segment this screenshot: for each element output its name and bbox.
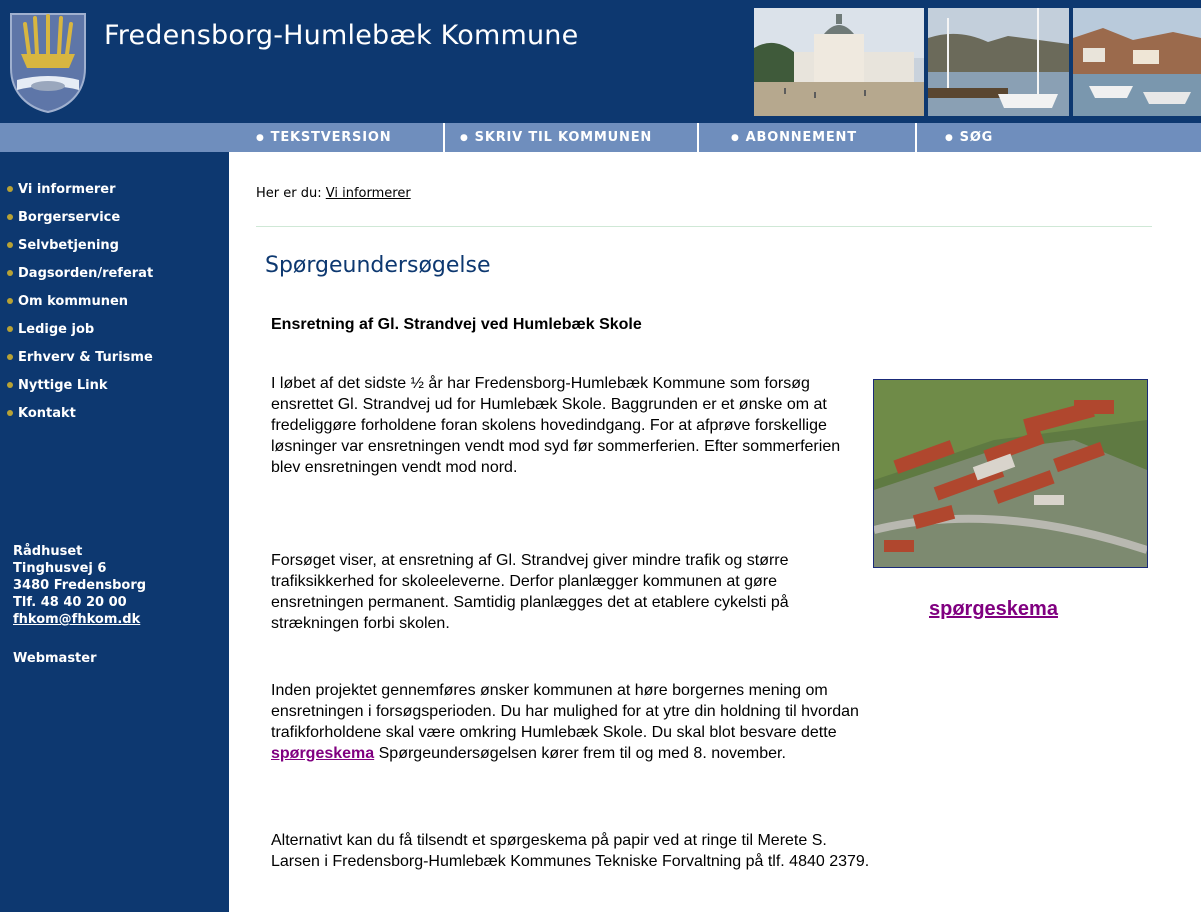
bullet-icon <box>7 214 13 220</box>
nav-label: ABONNEMENT <box>745 130 857 145</box>
address-line: 3480 Fredensborg <box>13 578 147 593</box>
nav-bullet-icon: ● <box>460 132 469 143</box>
nav-label: SKRIV TIL KOMMUNEN <box>474 130 653 145</box>
nav-bullet-icon: ● <box>256 132 265 143</box>
webmaster-link[interactable]: Webmaster <box>13 651 97 666</box>
contact-address: Rådhuset Tinghusvej 6 3480 Fredensborg T… <box>13 543 146 628</box>
bullet-icon <box>7 186 13 192</box>
breadcrumb: Her er du: Vi informerer <box>256 186 411 201</box>
bullet-icon <box>7 410 13 416</box>
paragraph-3-text: Inden projektet gennemføres ønsker kommu… <box>271 682 859 741</box>
sidebar-item-erhverv-turisme[interactable]: Erhverv & Turisme <box>7 343 153 371</box>
survey-link[interactable]: spørgeskema <box>929 598 1058 621</box>
bullet-icon <box>7 382 13 388</box>
sidebar-item-label: Vi informerer <box>18 181 116 197</box>
sidebar-item-ledige-job[interactable]: Ledige job <box>7 315 153 343</box>
bullet-icon <box>7 270 13 276</box>
sidebar-item-nyttige-link[interactable]: Nyttige Link <box>7 371 153 399</box>
left-sidebar: Vi informerer Borgerservice Selvbetjenin… <box>0 152 229 912</box>
address-line: Tinghusvej 6 <box>13 561 107 576</box>
paragraph-3: Inden projektet gennemføres ønsker kommu… <box>271 680 871 764</box>
sidebar-item-selvbetjening[interactable]: Selvbetjening <box>7 231 153 259</box>
sidebar-item-kontakt[interactable]: Kontakt <box>7 399 153 427</box>
sidebar-item-label: Ledige job <box>18 321 95 337</box>
sidebar-item-dagsorden-referat[interactable]: Dagsorden/referat <box>7 259 153 287</box>
survey-inline-link[interactable]: spørgeskema <box>271 745 374 762</box>
sidebar-item-label: Om kommunen <box>18 293 129 309</box>
nav-sog[interactable]: ● SØG <box>917 123 1117 152</box>
nav-skriv-til-kommunen[interactable]: ● SKRIV TIL KOMMUNEN <box>445 123 697 152</box>
paragraph-3-end: Spørgeundersøgelsen kører frem til og me… <box>378 745 786 762</box>
palace-photo <box>754 8 924 116</box>
municipality-crest-logo[interactable] <box>7 10 89 114</box>
bullet-icon <box>7 242 13 248</box>
sidebar-item-label: Selvbetjening <box>18 237 119 253</box>
phone-number: Tlf. 48 40 20 00 <box>13 595 127 610</box>
sidebar-item-label: Dagsorden/referat <box>18 265 154 281</box>
breadcrumb-link[interactable]: Vi informerer <box>326 186 411 201</box>
paragraph-1: I løbet af det sidste ½ år har Fredensbo… <box>271 375 841 476</box>
article-heading: Ensretning af Gl. Strandvej ved Humlebæk… <box>271 316 642 333</box>
sidebar-item-label: Kontakt <box>18 405 76 421</box>
sidebar-menu: Vi informerer Borgerservice Selvbetjenin… <box>7 175 153 427</box>
divider <box>256 226 1152 227</box>
nav-tekstversion[interactable]: ● TEKSTVERSION <box>230 123 443 152</box>
breadcrumb-prefix: Her er du: <box>256 186 322 201</box>
nav-label: TEKSTVERSION <box>270 130 392 145</box>
paragraph-2: Forsøget viser, at ensretning af Gl. Str… <box>271 552 789 632</box>
sidebar-item-vi-informerer[interactable]: Vi informerer <box>7 175 153 203</box>
village-photo <box>1073 8 1201 116</box>
harbour-photo <box>928 8 1069 116</box>
sidebar-item-label: Nyttige Link <box>18 377 108 393</box>
top-nav-bar: ● TEKSTVERSION ● SKRIV TIL KOMMUNEN ● AB… <box>0 123 1201 152</box>
nav-label: SØG <box>959 130 994 145</box>
paragraph-4: Alternativt kan du få tilsendt et spørge… <box>271 832 870 870</box>
nav-bullet-icon: ● <box>731 132 740 143</box>
sidebar-item-borgerservice[interactable]: Borgerservice <box>7 203 153 231</box>
site-title: Fredensborg-Humlebæk Kommune <box>104 20 579 51</box>
bullet-icon <box>7 298 13 304</box>
bullet-icon <box>7 326 13 332</box>
site-header: Fredensborg-Humlebæk Kommune <box>0 0 1201 123</box>
bullet-icon <box>7 354 13 360</box>
address-line: Rådhuset <box>13 544 83 559</box>
sidebar-item-om-kommunen[interactable]: Om kommunen <box>7 287 153 315</box>
email-link[interactable]: fhkom@fhkom.dk <box>13 612 140 627</box>
page-title: Spørgeundersøgelse <box>265 253 491 278</box>
school-aerial-photo <box>873 379 1148 568</box>
sidebar-item-label: Borgerservice <box>18 209 121 225</box>
sidebar-item-label: Erhverv & Turisme <box>18 349 153 365</box>
nav-abonnement[interactable]: ● ABONNEMENT <box>699 123 915 152</box>
nav-bullet-icon: ● <box>945 132 954 143</box>
